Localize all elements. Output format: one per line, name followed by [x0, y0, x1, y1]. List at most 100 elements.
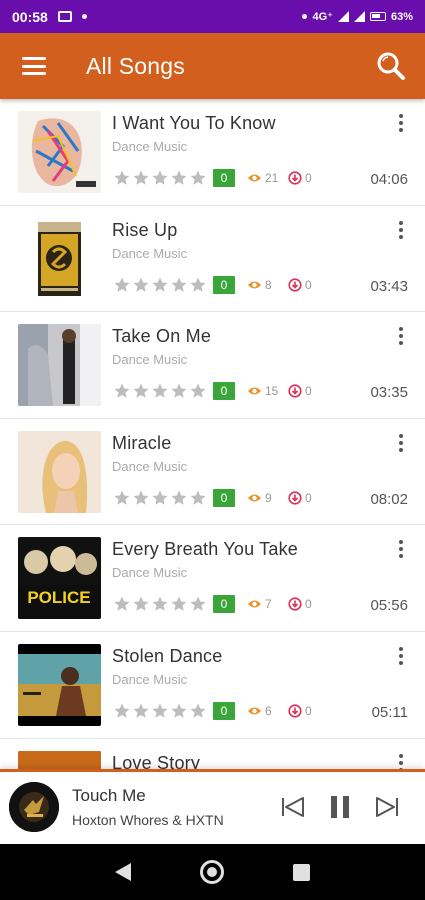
now-playing-title: Touch Me: [72, 786, 146, 805]
rating-stars[interactable]: [113, 382, 207, 400]
search-button[interactable]: [357, 33, 425, 99]
mini-player[interactable]: Touch Me Hoxton Whores & HXTN: [0, 769, 425, 844]
song-row[interactable]: Love StoryDance Music: [0, 739, 425, 769]
gallery-notification-icon: [57, 11, 72, 22]
rating-star-icon[interactable]: [170, 169, 188, 187]
downloads-count: 0: [288, 171, 312, 185]
rating-star-icon[interactable]: [170, 702, 188, 720]
downloads-value: 0: [305, 703, 312, 718]
views-value: 7: [265, 597, 272, 612]
rating-star-icon[interactable]: [189, 276, 207, 294]
rating-star-icon[interactable]: [189, 169, 207, 187]
rating-star-icon[interactable]: [132, 382, 150, 400]
rating-star-icon[interactable]: [151, 702, 169, 720]
recent-apps-icon[interactable]: [293, 863, 311, 881]
rating-star-icon[interactable]: [113, 702, 131, 720]
more-options-icon[interactable]: [389, 751, 413, 769]
rating-star-icon[interactable]: [132, 169, 150, 187]
rating-star-icon[interactable]: [113, 489, 131, 507]
song-row[interactable]: Stolen Dance Dance Music 0 6 0 05:11: [0, 632, 425, 739]
back-icon[interactable]: [114, 863, 131, 881]
rating-star-icon[interactable]: [151, 489, 169, 507]
rating-star-icon[interactable]: [189, 702, 207, 720]
song-row[interactable]: POLICE Every Breath You Take Dance Music 0 7…: [0, 525, 425, 632]
song-duration: 04:06: [370, 171, 408, 188]
song-genre: Dance Music: [112, 352, 188, 368]
views-value: 6: [265, 703, 272, 718]
downloads-value: 0: [305, 277, 312, 292]
rating-star-icon[interactable]: [132, 702, 150, 720]
song-title: Miracle: [112, 432, 172, 453]
rating-star-icon[interactable]: [189, 489, 207, 507]
page-title: All Songs: [86, 52, 185, 79]
rating-star-icon[interactable]: [151, 169, 169, 187]
more-options-icon[interactable]: [389, 324, 413, 348]
status-time: 00:58: [12, 8, 48, 25]
rating-star-icon[interactable]: [189, 382, 207, 400]
more-options-icon[interactable]: [389, 537, 413, 561]
signal-icon-2: [353, 11, 365, 22]
rating-star-icon[interactable]: [113, 595, 131, 613]
album-art-text: POLICE: [27, 588, 90, 607]
downloads-count: 0: [288, 597, 312, 611]
rating-star-icon[interactable]: [113, 276, 131, 294]
rating-star-icon[interactable]: [132, 489, 150, 507]
pause-button[interactable]: [325, 792, 355, 822]
song-row[interactable]: Rise Up Dance Music 0 8 0 03:43: [0, 206, 425, 313]
song-row[interactable]: Take On Me Dance Music 0 15 0 03:35: [0, 312, 425, 419]
downloads-count: 0: [288, 384, 312, 398]
views-value: 21: [265, 171, 279, 185]
count-badge: 0: [213, 595, 235, 614]
status-bar: 00:58 4G⁺ 63%: [0, 0, 425, 33]
downloads-value: 0: [305, 490, 312, 505]
downloads-value: 0: [305, 597, 312, 612]
rating-stars[interactable]: [113, 595, 207, 613]
rating-stars[interactable]: [113, 489, 207, 507]
views-value: 9: [265, 490, 272, 505]
next-button[interactable]: [372, 792, 402, 822]
rating-star-icon[interactable]: [132, 276, 150, 294]
song-title: Rise Up: [112, 219, 178, 240]
album-art: [18, 324, 101, 407]
rating-stars[interactable]: [113, 169, 207, 187]
count-badge: 0: [213, 275, 235, 294]
now-playing-artist: Hoxton Whores & HXTN: [72, 812, 224, 828]
album-art: [18, 111, 101, 193]
song-row[interactable]: Miracle Dance Music 0 9 0 08:02: [0, 419, 425, 526]
song-duration: 05:56: [370, 597, 408, 615]
more-options-icon[interactable]: [389, 431, 413, 455]
rating-stars[interactable]: [113, 276, 207, 294]
rating-star-icon[interactable]: [170, 595, 188, 613]
song-duration: 08:02: [370, 490, 408, 508]
more-options-icon[interactable]: [389, 644, 413, 668]
song-duration: 05:11: [371, 703, 408, 721]
rating-star-icon[interactable]: [170, 276, 188, 294]
previous-button[interactable]: [278, 792, 308, 822]
song-title: Every Breath You Take: [112, 539, 298, 560]
rating-star-icon[interactable]: [151, 276, 169, 294]
rating-star-icon[interactable]: [151, 595, 169, 613]
more-options-icon[interactable]: [389, 218, 413, 242]
more-options-icon[interactable]: [389, 111, 413, 135]
views-count: 8: [247, 278, 272, 292]
rating-star-icon[interactable]: [113, 169, 131, 187]
eye-icon: [248, 174, 261, 182]
rating-star-icon[interactable]: [151, 382, 169, 400]
song-row[interactable]: I Want You To Know Dance Music 0 21 0 04:06: [0, 99, 425, 206]
song-duration: 03:43: [370, 277, 408, 295]
rating-star-icon[interactable]: [189, 595, 207, 613]
playback-progress: [0, 769, 90, 772]
rating-star-icon[interactable]: [170, 489, 188, 507]
downloads-count: 0: [288, 278, 312, 292]
eye-icon: [248, 494, 261, 502]
menu-button[interactable]: [0, 33, 68, 99]
rating-star-icon[interactable]: [113, 382, 131, 400]
rating-star-icon[interactable]: [170, 382, 188, 400]
album-art: [18, 750, 101, 769]
app-bar: All Songs: [0, 33, 425, 99]
song-list[interactable]: I Want You To Know Dance Music 0 21 0 04:06 Ri…: [0, 99, 425, 769]
rating-stars[interactable]: [113, 702, 207, 720]
rating-star-icon[interactable]: [132, 595, 150, 613]
home-icon[interactable]: [199, 860, 224, 884]
views-count: 15: [247, 384, 278, 398]
